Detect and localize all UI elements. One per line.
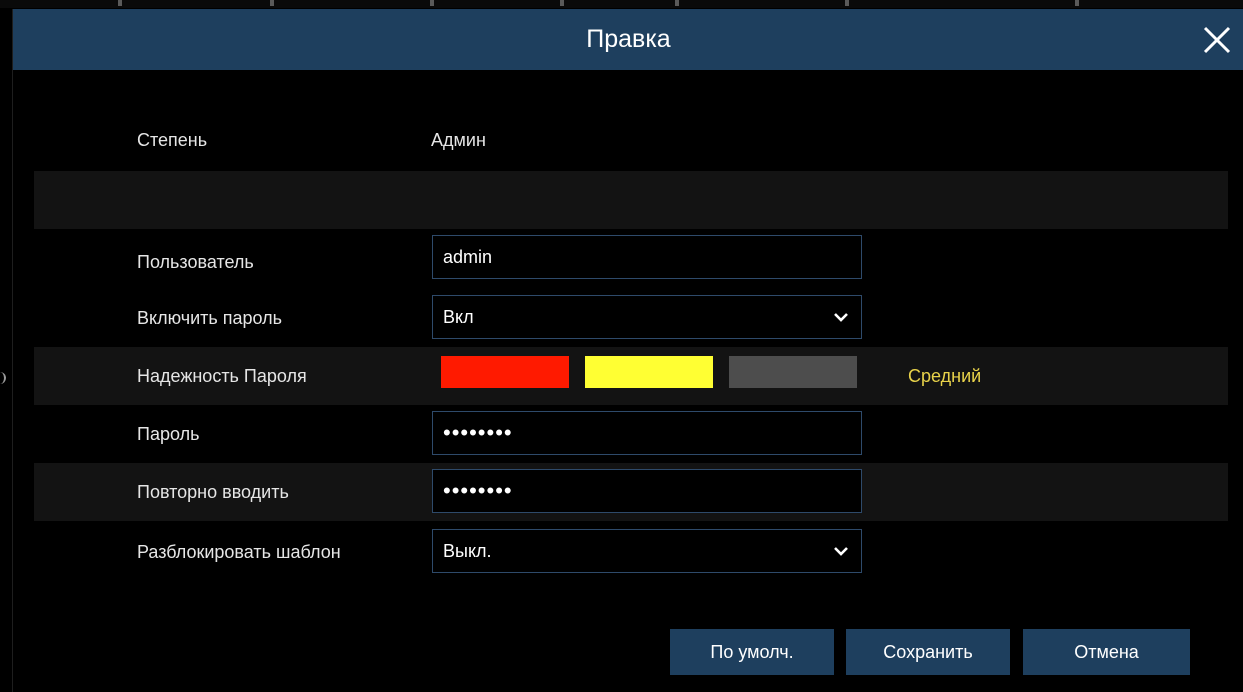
dialog-title: Правка (586, 25, 671, 53)
password-strength-value: Средний (908, 366, 982, 386)
screen: Правка Степень Админ Пользователь admin … (0, 0, 1243, 692)
unlock-pattern-label: Разблокировать шаблон (137, 542, 341, 562)
password-strength-row: Надежность Пароля Средний (34, 347, 1228, 405)
chevron-down-icon (834, 313, 848, 322)
background-mark (1075, 0, 1079, 6)
unlock-pattern-value: Выкл. (443, 541, 492, 561)
background-mark (675, 0, 679, 6)
enable-password-select[interactable]: Вкл (432, 295, 862, 339)
user-input[interactable]: admin (432, 235, 862, 279)
background-mark (430, 0, 434, 6)
user-row: Пользователь admin (34, 233, 1228, 291)
level-label: Степень (137, 130, 208, 150)
password-input[interactable]: •••••••• (432, 411, 862, 455)
strength-bar-strong (729, 356, 857, 388)
background-mark (270, 0, 274, 6)
background-strip (0, 0, 1243, 8)
enable-password-label: Включить пароль (137, 308, 283, 328)
spacer-row (34, 171, 1228, 229)
user-label: Пользователь (137, 252, 254, 272)
unlock-pattern-select[interactable]: Выкл. (432, 529, 862, 573)
cancel-button[interactable]: Отмена (1023, 629, 1190, 675)
level-row: Степень Админ (34, 111, 1228, 169)
unlock-pattern-row: Разблокировать шаблон Выкл. (34, 523, 1228, 581)
background-edge-mark (0, 372, 6, 384)
strength-bar-weak (441, 356, 569, 388)
chevron-down-icon (834, 547, 848, 556)
close-icon[interactable] (1200, 23, 1234, 57)
dialog-titlebar: Правка (13, 9, 1243, 70)
repeat-password-input[interactable]: •••••••• (432, 469, 862, 513)
default-button[interactable]: По умолч. (670, 629, 834, 675)
repeat-password-label: Повторно вводить (137, 482, 289, 502)
password-label: Пароль (137, 424, 200, 444)
level-value: Админ (431, 130, 486, 150)
edit-user-dialog: Правка Степень Админ Пользователь admin … (12, 9, 1243, 692)
background-mark (560, 0, 564, 6)
background-mark (118, 0, 122, 6)
strength-bar-medium (585, 356, 713, 388)
enable-password-value: Вкл (443, 307, 474, 327)
password-row: Пароль •••••••• (34, 405, 1228, 463)
enable-password-row: Включить пароль Вкл (34, 289, 1228, 347)
save-button[interactable]: Сохранить (846, 629, 1010, 675)
repeat-password-row: Повторно вводить •••••••• (34, 463, 1228, 521)
password-strength-label: Надежность Пароля (137, 366, 307, 386)
background-mark (845, 0, 849, 6)
